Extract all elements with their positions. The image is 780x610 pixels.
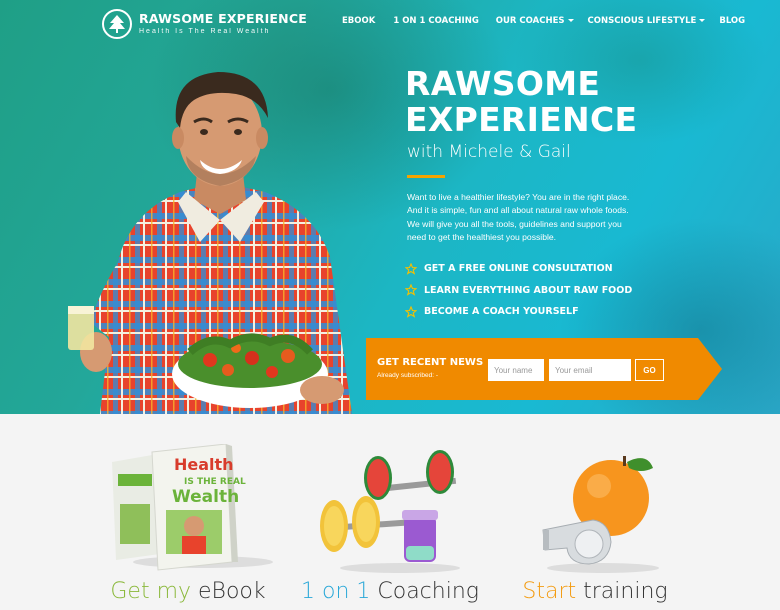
nav-our-coaches[interactable]: OUR COACHES — [496, 16, 574, 26]
hero-section: RAWSOME EXPERIENCE Health Is The Real We… — [0, 0, 780, 414]
hero-title: RAWSOME EXPERIENCE — [405, 64, 638, 139]
main-nav: eBOOK 1 ON 1 COACHING OUR COACHES CONSCI… — [342, 16, 745, 26]
site-logo[interactable]: RAWSOME EXPERIENCE Health Is The Real We… — [102, 9, 307, 39]
card-ebook-title[interactable]: Get my eBook — [78, 579, 298, 604]
newsletter-arrow-shape — [366, 338, 722, 400]
chevron-down-icon — [699, 19, 706, 22]
hero-person-image — [68, 72, 352, 414]
card-coaching-title[interactable]: 1 on 1 Coaching — [280, 579, 500, 604]
card-ebook[interactable]: Health IS THE REAL Wealth Get my eBook — [78, 414, 298, 610]
svg-text:IS THE REAL: IS THE REAL — [184, 477, 246, 487]
feature-item[interactable]: GET A FREE ONLINE CONSULTATION — [405, 258, 632, 280]
nav-blog[interactable]: BLOG — [719, 16, 745, 26]
newsletter-note: Already subscribed: - — [377, 372, 439, 379]
whistle-orange-image — [542, 456, 659, 573]
card-coaching[interactable]: 1 on 1 Coaching — [280, 414, 500, 610]
nav-ebook[interactable]: eBOOK — [342, 16, 375, 26]
newsletter-title: GET RECENT NEWS — [377, 357, 484, 368]
brand-name: RAWSOME EXPERIENCE — [139, 10, 307, 26]
dumbbell-fruit-image — [320, 450, 460, 573]
newsletter-email-input[interactable] — [549, 359, 631, 381]
nav-conscious-lifestyle[interactable]: CONSCIOUS LIFESTYLE — [588, 16, 706, 26]
newsletter-name-input[interactable] — [488, 359, 544, 381]
star-icon — [405, 262, 417, 275]
nav-coaching[interactable]: 1 ON 1 COACHING — [393, 16, 478, 26]
chevron-down-icon — [567, 19, 574, 22]
star-icon — [405, 305, 417, 318]
hero-description: Want to live a healthier lifestyle? You … — [407, 192, 630, 243]
svg-text:Wealth: Wealth — [172, 487, 239, 507]
newsletter-banner: GET RECENT NEWS Already subscribed: - GO — [366, 338, 722, 400]
card-training-title[interactable]: Start training — [485, 579, 705, 604]
hero-divider — [407, 175, 445, 178]
star-icon — [405, 284, 417, 296]
card-training[interactable]: Start training — [485, 414, 705, 610]
hero-subtitle: with Michele & Gail — [407, 142, 571, 162]
newsletter-go-button[interactable]: GO — [635, 359, 664, 381]
tree-logo-icon — [102, 9, 132, 39]
ebook-image: Health IS THE REAL Wealth — [112, 444, 273, 571]
services-section: Health IS THE REAL Wealth Get my eBook 1… — [0, 414, 780, 610]
svg-text:Health: Health — [174, 455, 234, 474]
feature-item[interactable]: LEARN EVERYTHING ABOUT RAW FOOD — [405, 280, 632, 302]
brand-tagline: Health Is The Real Wealth — [139, 28, 271, 36]
feature-list: GET A FREE ONLINE CONSULTATION LEARN EVE… — [405, 258, 632, 323]
feature-item[interactable]: BECOME A COACH YOURSELF — [405, 301, 632, 323]
